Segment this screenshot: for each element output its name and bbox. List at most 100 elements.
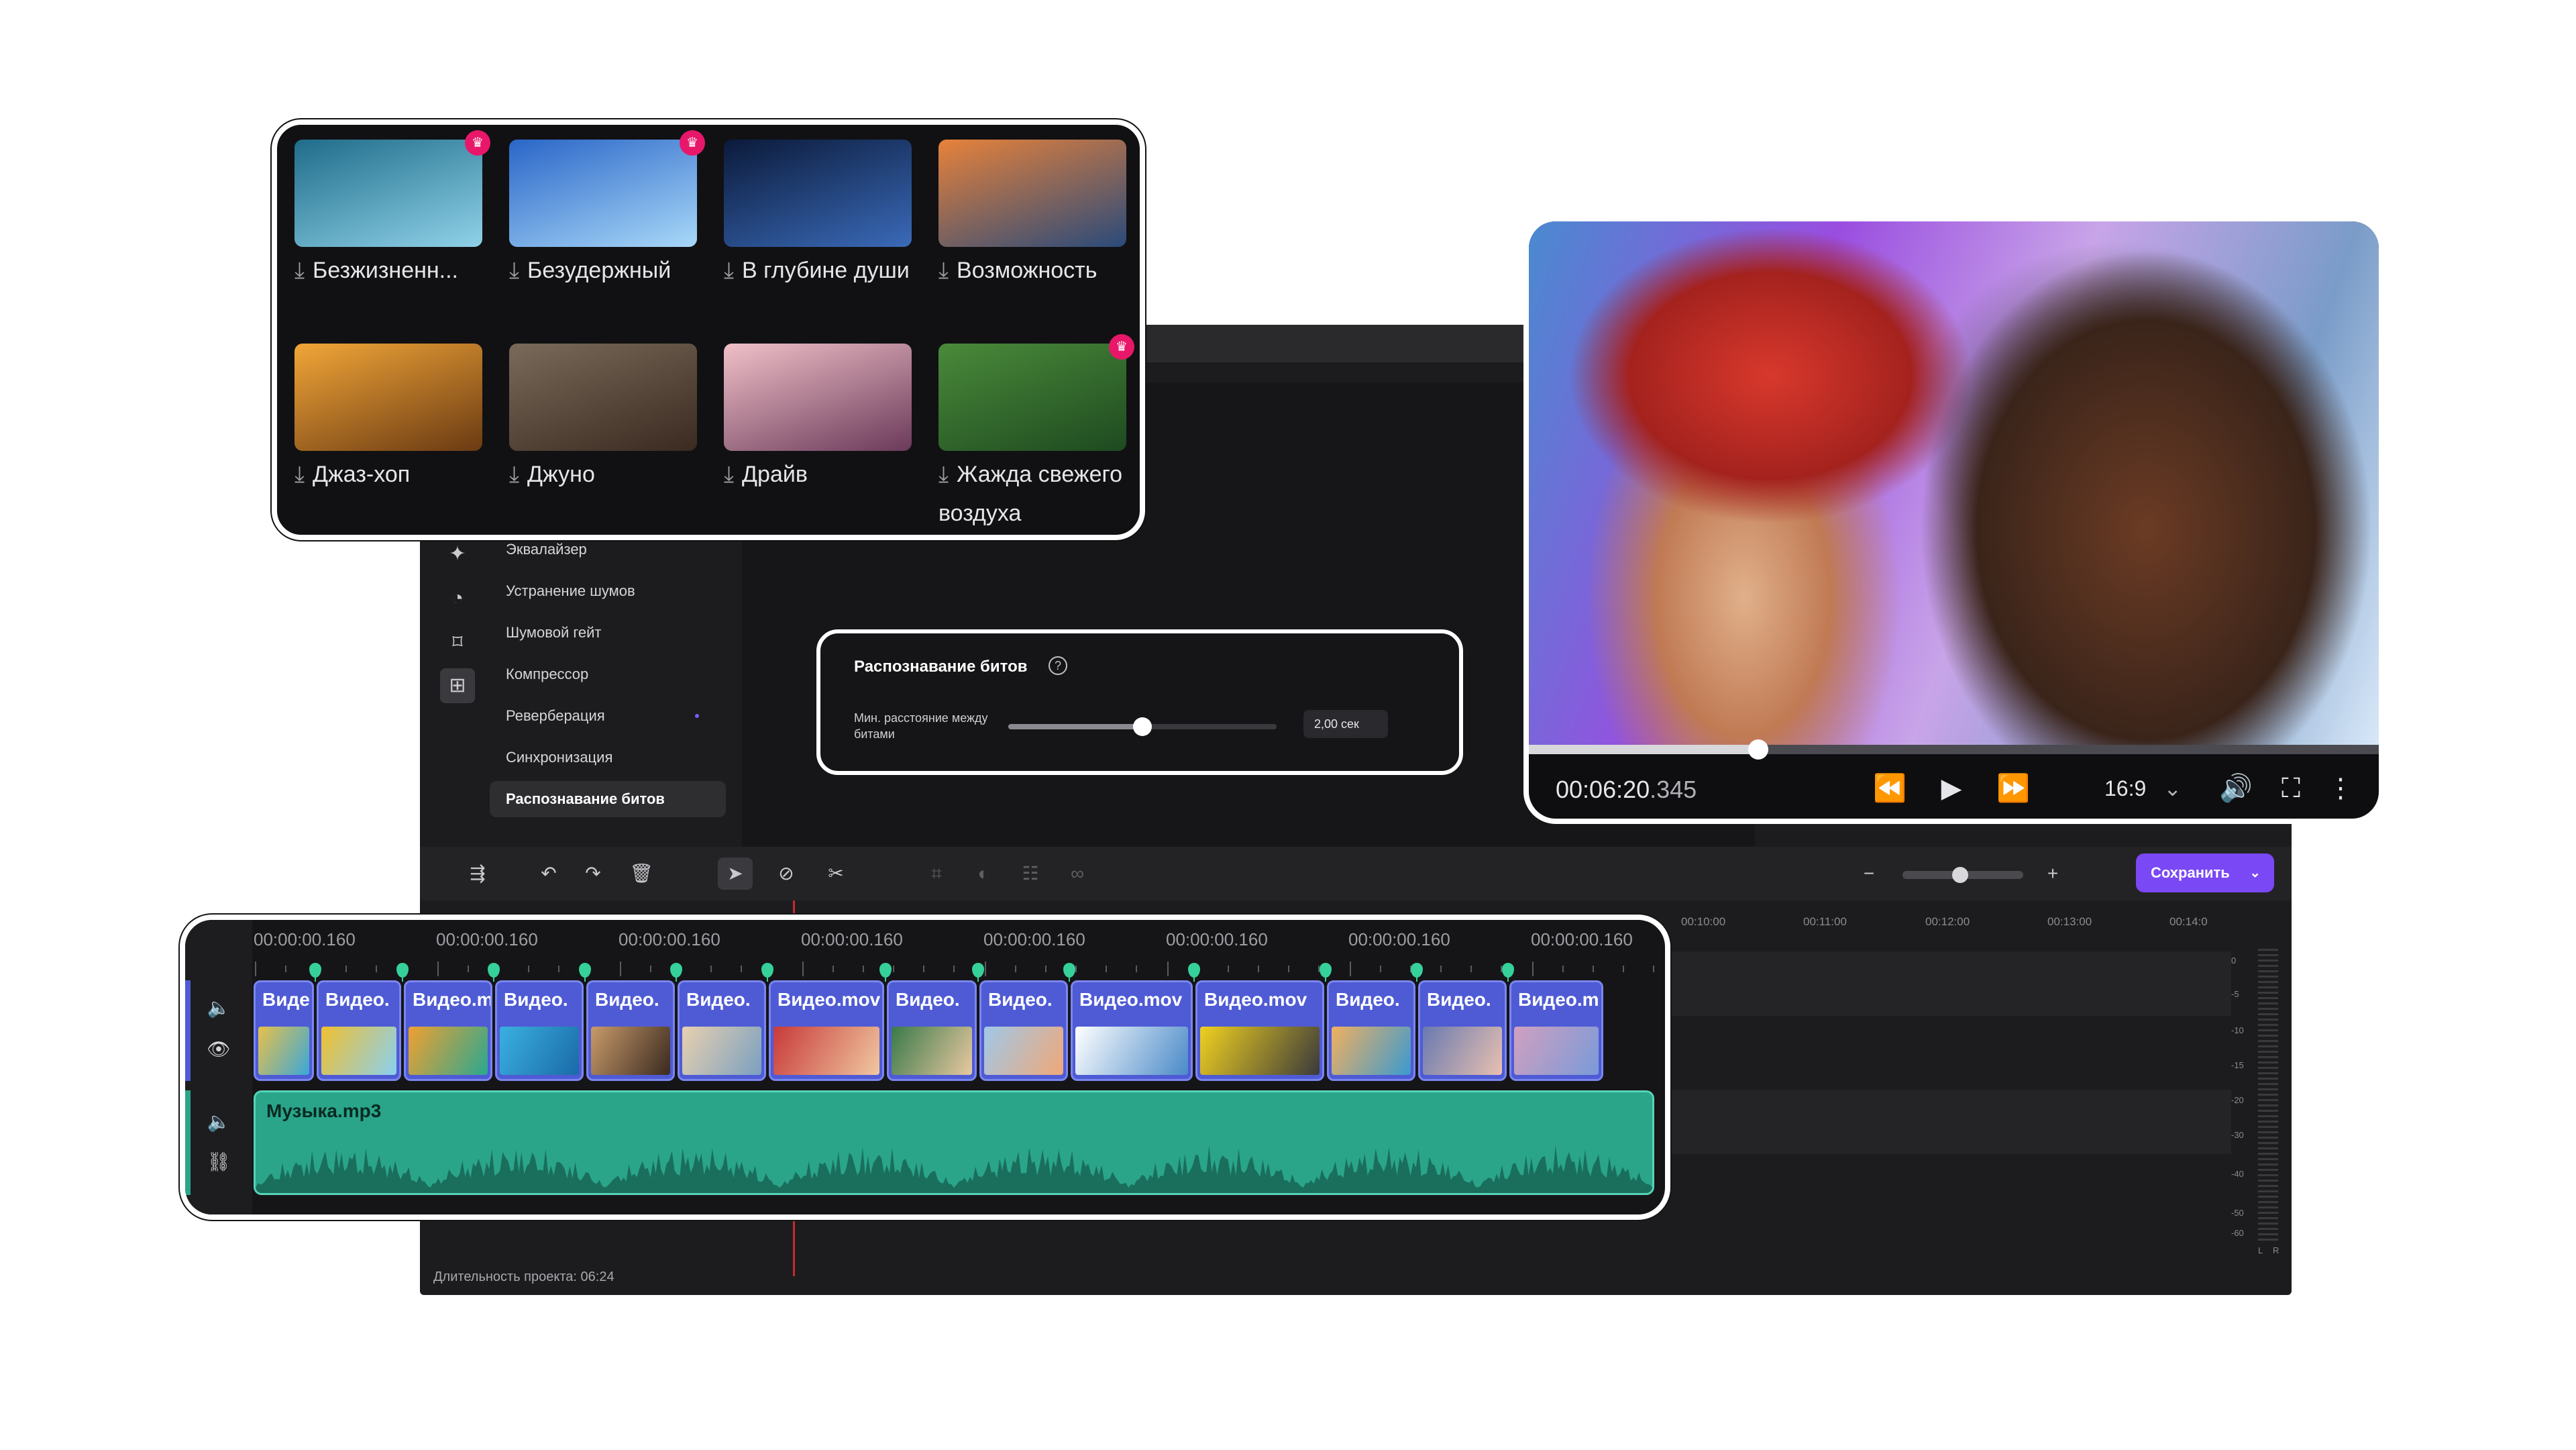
crop-tool-icon[interactable]: ⌗ <box>923 860 950 887</box>
library-item-thumbnail[interactable] <box>938 140 1126 247</box>
library-item[interactable]: ⤓ В глубине души <box>724 140 912 290</box>
audio-effects-icon[interactable]: ⊞ <box>440 668 475 703</box>
video-clip[interactable]: Видео.mov <box>769 980 884 1081</box>
beat-marker[interactable] <box>1063 963 1075 982</box>
menu-compressor[interactable]: Компрессор <box>506 666 588 683</box>
download-icon[interactable]: ⤓ <box>294 258 305 283</box>
speaker-icon[interactable]: 🔈 <box>205 996 232 1019</box>
library-item[interactable]: ⤓ Джуно <box>509 344 697 494</box>
video-clip[interactable]: Видео. <box>495 980 584 1081</box>
beat-marker[interactable] <box>1502 963 1514 982</box>
more-options-icon[interactable]: ⋮ <box>2320 772 2361 805</box>
download-icon[interactable]: ⤓ <box>509 462 519 487</box>
video-clip[interactable]: Видео.m <box>404 980 492 1081</box>
library-item[interactable]: ♛ ⤓ Безжизненн... <box>294 130 490 290</box>
playback-progress[interactable] <box>1529 739 2379 760</box>
beat-marker[interactable] <box>1188 963 1200 982</box>
video-frame[interactable] <box>1529 221 2379 745</box>
library-item[interactable]: ♛ ⤓ Жажда свежего воздуха <box>938 334 1134 533</box>
help-icon[interactable]: ? <box>1049 656 1067 675</box>
redo-icon[interactable]: ↷ <box>580 860 606 887</box>
add-track-icon[interactable]: ⇶ <box>464 860 491 887</box>
zoom-out-icon[interactable]: − <box>1856 860 1882 887</box>
link-icon[interactable]: ∞ <box>1064 860 1091 887</box>
beat-marker[interactable] <box>761 963 773 982</box>
video-clip[interactable]: Видео.m <box>1509 980 1603 1081</box>
menu-reverb[interactable]: Реверберация <box>506 707 605 725</box>
zoom-slider[interactable] <box>1902 867 2023 883</box>
library-item-thumbnail[interactable] <box>938 344 1126 451</box>
download-icon[interactable]: ⤓ <box>724 462 734 487</box>
current-time-main: 00:06:20 <box>1556 776 1650 803</box>
min-distance-value[interactable]: 2,00 сек <box>1303 710 1388 738</box>
video-clip[interactable]: Видео. <box>979 980 1068 1081</box>
beat-marker-icon[interactable]: ⊘ <box>773 860 800 887</box>
download-icon[interactable]: ⤓ <box>938 258 949 283</box>
beat-marker[interactable] <box>972 963 984 982</box>
project-duration: Длительность проекта: 06:24 <box>433 1270 614 1284</box>
library-item-thumbnail[interactable] <box>724 344 912 451</box>
play-icon[interactable]: ▶ <box>1931 772 1972 805</box>
menu-equalizer[interactable]: Эквалайзер <box>506 541 587 558</box>
beat-marker[interactable] <box>670 963 682 982</box>
volume-icon[interactable]: 🔊 <box>2216 772 2256 805</box>
zoom-slider-thumb[interactable] <box>1952 867 1968 883</box>
rewind-icon[interactable]: ⏪ <box>1870 772 1910 805</box>
library-item[interactable]: ⤓ Джаз-хоп <box>294 344 482 494</box>
menu-noise-gate[interactable]: Шумовой гейт <box>506 624 602 641</box>
library-item-thumbnail[interactable] <box>509 344 697 451</box>
aspect-ratio-select[interactable]: 16:9 ⌄ <box>2104 776 2182 801</box>
scissors-icon[interactable]: ✂ <box>822 860 849 887</box>
progress-knob[interactable] <box>1748 739 1769 760</box>
beat-marker[interactable] <box>488 963 500 982</box>
zoom-in-icon[interactable]: + <box>2039 860 2066 887</box>
slider-thumb[interactable] <box>1133 717 1152 736</box>
library-item-thumbnail[interactable] <box>294 344 482 451</box>
beat-marker[interactable] <box>396 963 409 982</box>
library-item[interactable]: ⤓ Возможность <box>938 140 1126 290</box>
video-clip[interactable]: Видео.mov <box>1195 980 1324 1081</box>
download-icon[interactable]: ⤓ <box>509 258 519 283</box>
fullscreen-icon[interactable]: ⛶ <box>2271 772 2311 805</box>
fast-forward-icon[interactable]: ⏩ <box>1993 772 2033 805</box>
beat-marker[interactable] <box>1320 963 1332 982</box>
library-item[interactable]: ⤓ Драйв <box>724 344 912 494</box>
menu-sync[interactable]: Синхронизация <box>506 749 612 766</box>
crop-icon[interactable]: ⌑ <box>444 629 471 656</box>
beat-marker[interactable] <box>879 963 892 982</box>
video-clip[interactable]: Видео.mov <box>1071 980 1193 1081</box>
menu-noise-reduction[interactable]: Устранение шумов <box>506 582 635 600</box>
download-icon[interactable]: ⤓ <box>294 462 305 487</box>
library-item-thumbnail[interactable] <box>509 140 697 247</box>
download-icon[interactable]: ⤓ <box>724 258 734 283</box>
unlink-icon[interactable]: ⛓ <box>205 1151 232 1173</box>
beat-marker[interactable] <box>309 963 321 982</box>
video-clip[interactable]: Видео. <box>317 980 401 1081</box>
pointer-icon[interactable]: ➤ <box>718 858 753 890</box>
beat-marker[interactable] <box>1411 963 1423 982</box>
video-clip[interactable]: Видео. <box>1327 980 1415 1081</box>
video-clip[interactable]: Видео. <box>678 980 766 1081</box>
min-distance-slider[interactable] <box>1008 717 1277 736</box>
download-icon[interactable]: ⤓ <box>938 462 949 487</box>
speaker-icon[interactable]: 🔈 <box>205 1110 232 1133</box>
magic-wand-icon[interactable]: ✦ <box>444 541 471 568</box>
adjust-icon[interactable]: ☷ <box>1017 860 1044 887</box>
beat-marker[interactable] <box>579 963 591 982</box>
video-clip[interactable]: Видео. <box>586 980 675 1081</box>
video-clip[interactable]: Видео. <box>1418 980 1507 1081</box>
undo-icon[interactable]: ↶ <box>535 860 562 887</box>
video-clip[interactable]: Виде <box>254 980 314 1081</box>
video-clip[interactable]: Видео. <box>887 980 977 1081</box>
library-item[interactable]: ♛ ⤓ Безудержный <box>509 130 705 290</box>
library-item-label: ⤓ Безжизненн... <box>294 251 482 290</box>
music-clip[interactable]: Музыка.mp3 <box>254 1090 1654 1195</box>
delete-icon[interactable]: 🗑 <box>628 860 655 887</box>
library-item-thumbnail[interactable] <box>724 140 912 247</box>
library-item-thumbnail[interactable] <box>294 140 482 247</box>
speed-icon[interactable]: ◔ <box>444 585 471 612</box>
save-button[interactable]: Сохранить ⌄ <box>2136 853 2274 892</box>
menu-beat-detection[interactable]: Распознавание битов <box>490 781 726 817</box>
eye-icon[interactable]: 👁 <box>205 1038 232 1060</box>
color-icon[interactable]: ◐ <box>970 860 997 887</box>
